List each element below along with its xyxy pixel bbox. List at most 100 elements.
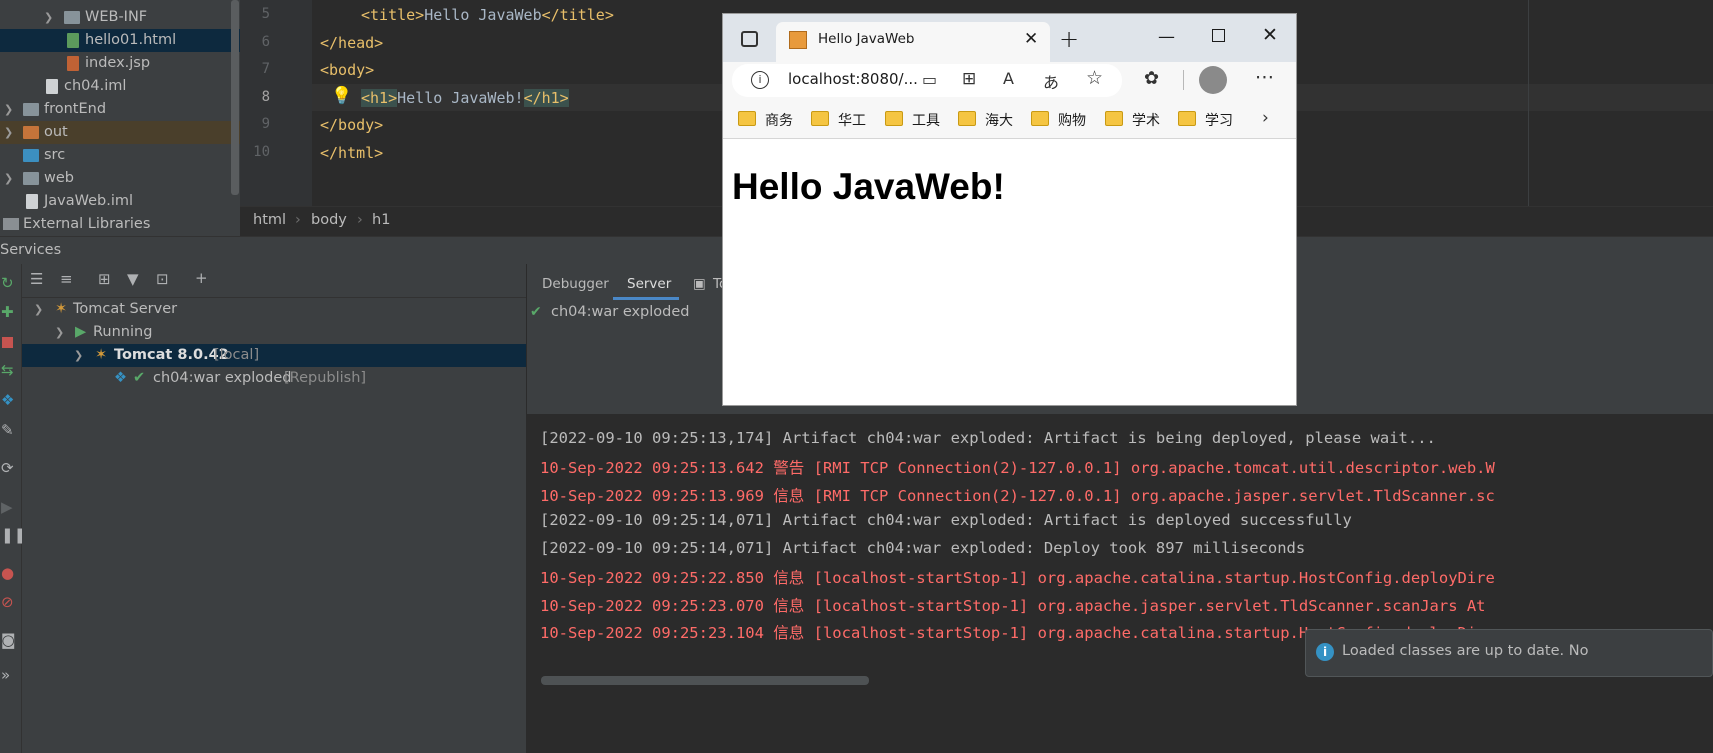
tree-item-label: out (44, 124, 68, 140)
tree-item-out[interactable]: ❯ out (0, 121, 240, 144)
tab-debugger[interactable]: Debugger (542, 276, 609, 292)
profile-avatar[interactable] (1199, 66, 1227, 94)
close-window-icon[interactable]: ✕ (1262, 24, 1278, 46)
chevron-down-icon[interactable]: ❯ (55, 321, 64, 344)
tree-scrollbar[interactable] (231, 0, 239, 195)
stop-icon[interactable] (2, 337, 13, 348)
log-line: 10-Sep-2022 09:25:23.070 信息 [localhost-s… (540, 597, 1486, 615)
add-service-icon[interactable]: + (195, 269, 208, 287)
tab-actions-icon[interactable] (741, 31, 758, 47)
console-horizontal-scrollbar[interactable] (541, 676, 869, 685)
refresh-icon[interactable]: ⟳ (1, 459, 14, 477)
expand-all-icon[interactable]: ☰ (30, 270, 43, 288)
artifact-icon[interactable]: ❖ (1, 391, 14, 409)
folder-icon (811, 111, 829, 126)
minimize-icon[interactable]: — (1158, 27, 1175, 47)
breadcrumb-item[interactable]: body (311, 212, 347, 228)
bookmark-folder[interactable]: 商务 (765, 110, 793, 130)
chevron-right-icon[interactable]: ❯ (4, 167, 14, 190)
update-icon[interactable]: ⇆ (1, 361, 14, 379)
tree-item-label: web (44, 170, 74, 186)
intention-bulb-icon[interactable]: 💡 (331, 86, 352, 106)
bookmark-folder[interactable]: 学习 (1205, 110, 1233, 130)
translate-icon[interactable]: あ (1043, 69, 1059, 93)
artifact-icon: ❖ (114, 370, 127, 386)
tomcat-icon: ✶ (55, 301, 68, 317)
log-line: [2022-09-10 09:25:14,071] Artifact ch04:… (540, 511, 1352, 529)
collapse-all-icon[interactable]: ≡ (60, 270, 73, 288)
tab-server[interactable]: Server (627, 276, 671, 292)
service-suffix: [Republish] (284, 370, 367, 386)
bookmark-folder[interactable]: 学术 (1132, 110, 1160, 130)
tree-item-src[interactable]: src (0, 144, 240, 167)
bookmark-folder[interactable]: 华工 (838, 110, 866, 130)
chevron-right-icon[interactable]: ❯ (4, 98, 14, 121)
deployment-label[interactable]: ch04:war exploded (551, 304, 690, 320)
tree-item-web-inf[interactable]: ❯ WEB-INF (0, 6, 240, 29)
log-line: [2022-09-10 09:25:14,071] Artifact ch04:… (540, 539, 1306, 557)
service-tomcat-server[interactable]: ❯ ✶ Tomcat Server (22, 298, 526, 321)
new-group-icon[interactable]: ⊡ (156, 270, 169, 288)
services-title: Services (0, 242, 62, 258)
service-label: ch04:war exploded (153, 370, 292, 386)
folder-icon (64, 11, 80, 24)
bookmark-folder[interactable]: 购物 (1058, 110, 1086, 130)
device-icon[interactable]: ▭ (922, 70, 937, 89)
apps-icon[interactable]: ⊞ (962, 69, 976, 89)
more-options-icon[interactable]: ⋯ (1255, 66, 1274, 88)
log-line: 10-Sep-2022 09:25:13.642 警告 [RMI TCP Con… (540, 459, 1495, 477)
chevron-right-icon[interactable]: ❯ (44, 6, 54, 29)
tab-title: Hello JavaWeb (818, 31, 915, 47)
tree-item-external-libraries[interactable]: External Libraries (0, 213, 240, 236)
mute-breakpoints-icon[interactable]: ⊘ (1, 593, 14, 611)
service-artifact[interactable]: ❖ ✔ ch04:war exploded [Republish] (22, 367, 526, 390)
chevron-right-icon[interactable]: › (1262, 108, 1269, 128)
close-tab-icon[interactable]: ✕ (1024, 29, 1038, 49)
tree-item-frontend[interactable]: ❯ frontEnd (0, 98, 240, 121)
camera-icon[interactable]: ◙ (1, 631, 16, 649)
group-by-icon[interactable]: ⊞ (98, 270, 111, 288)
log-line: [2022-09-10 09:25:13,174] Artifact ch04:… (540, 429, 1436, 447)
rerun-icon[interactable]: ↻ (1, 274, 14, 292)
tree-item-index-jsp[interactable]: index.jsp (0, 52, 240, 75)
filter-icon[interactable]: ▼ (127, 270, 139, 288)
tree-item-label: External Libraries (23, 216, 151, 232)
folder-icon (958, 111, 976, 126)
breadcrumb-item[interactable]: html (253, 212, 286, 228)
wrench-icon[interactable]: ✎ (1, 421, 14, 439)
service-running-group[interactable]: ❯ ▶ Running (22, 321, 526, 344)
bookmark-folder[interactable]: 工具 (912, 110, 940, 130)
services-side-toolbar: ↻ ✚ ⇆ ❖ ✎ ⟳ ▶ ❚❚ ● ⊘ ◙ » (0, 264, 26, 753)
source-folder-icon (23, 149, 39, 162)
service-tomcat-instance[interactable]: ❯ ✶ Tomcat 8.0.42 [local] (22, 344, 526, 367)
breadcrumb-item[interactable]: h1 (372, 212, 390, 228)
chevron-right-icon[interactable]: ❯ (4, 121, 14, 144)
tree-item-web[interactable]: ❯ web (0, 167, 240, 190)
bookmark-folder[interactable]: 海大 (985, 110, 1013, 130)
tree-item-label: JavaWeb.iml (44, 193, 134, 209)
tree-item-label: WEB-INF (85, 9, 148, 25)
deploy-icon[interactable]: ✚ (1, 303, 14, 321)
extensions-icon[interactable]: ✿ (1144, 68, 1159, 89)
resume-icon[interactable]: ▶ (1, 498, 13, 516)
tree-item-ch04-iml[interactable]: ch04.iml (0, 75, 240, 98)
new-tab-icon[interactable]: + (1059, 25, 1079, 53)
url-text[interactable]: localhost:8080/... (788, 70, 918, 88)
info-icon: i (1316, 643, 1334, 661)
favorite-add-icon[interactable]: ☆ (1086, 67, 1103, 89)
breakpoints-icon[interactable]: ● (1, 564, 14, 582)
line-number: 10 (253, 144, 270, 160)
more-icon[interactable]: » (1, 666, 10, 684)
chevron-down-icon[interactable]: ❯ (74, 344, 83, 367)
services-tree: ❯ ✶ Tomcat Server ❯ ▶ Running ❯ ✶ Tomcat… (22, 298, 526, 753)
folder-icon (1031, 111, 1049, 126)
maximize-icon[interactable] (1212, 29, 1225, 42)
chevron-down-icon[interactable]: ❯ (34, 298, 43, 321)
line-number: 9 (261, 116, 270, 132)
site-info-icon[interactable]: i (751, 71, 769, 89)
read-aloud-icon[interactable]: A (1003, 69, 1014, 88)
tree-item-hello01-html[interactable]: hello01.html (0, 29, 240, 52)
folder-icon (1178, 111, 1196, 126)
tree-item-javaweb-iml[interactable]: JavaWeb.iml (0, 190, 240, 213)
console-tab-icon[interactable]: ▣ (693, 276, 706, 292)
